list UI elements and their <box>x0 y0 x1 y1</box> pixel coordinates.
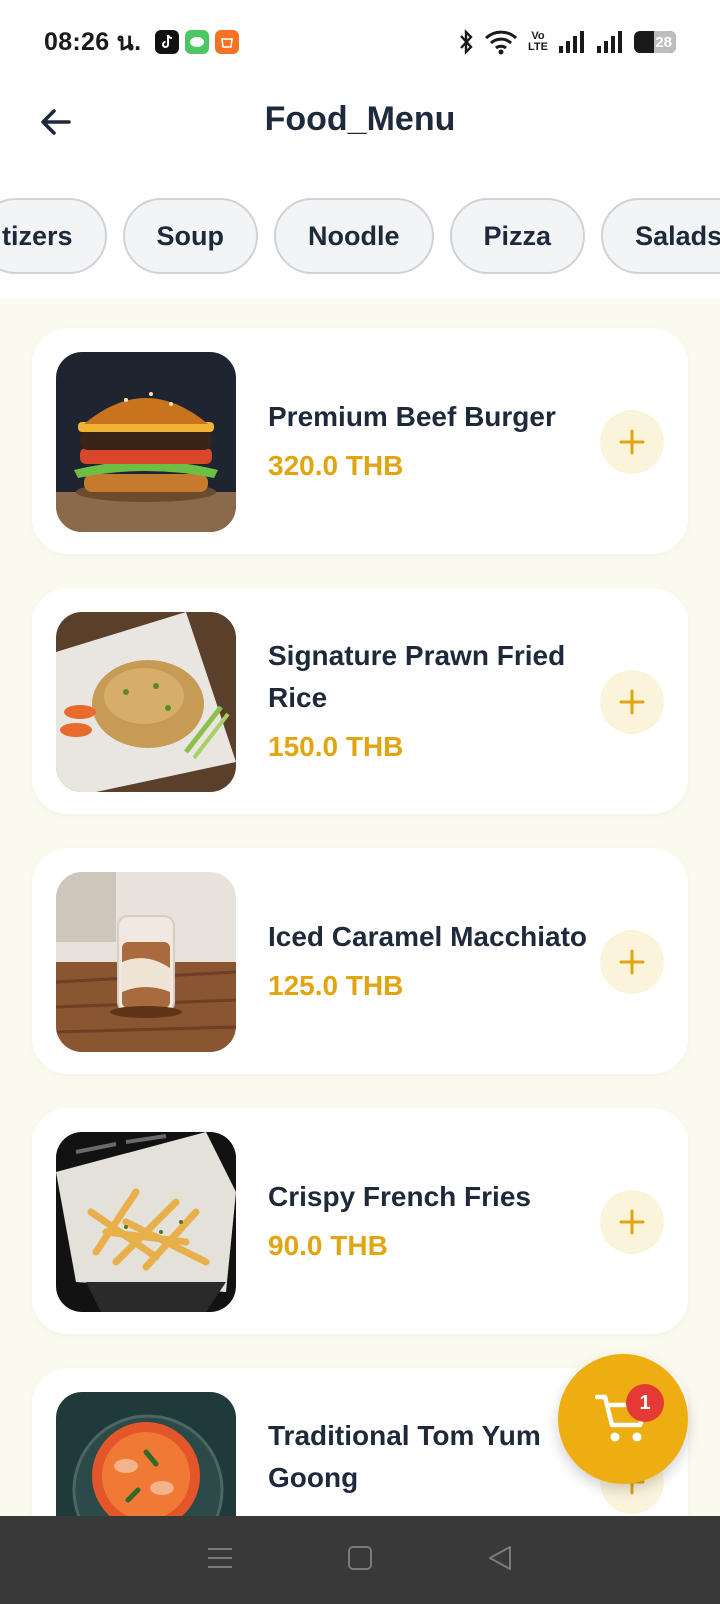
menu-card-info: Traditional Tom Yum Goong 250.0 THB <box>268 1368 588 1516</box>
burger-image <box>56 352 236 532</box>
category-chip-pizza[interactable]: Pizza <box>449 198 586 274</box>
category-chip-soup[interactable]: Soup <box>122 198 259 274</box>
battery-level: 28 <box>655 33 672 51</box>
menu-card[interactable]: Crispy French Fries 90.0 THB <box>32 1108 688 1334</box>
menu-lines-icon <box>208 1547 233 1568</box>
menu-item-name: Crispy French Fries <box>268 1181 531 1212</box>
menu-card-info: Crispy French Fries 90.0 THB <box>268 1108 588 1334</box>
plus-icon <box>619 689 645 715</box>
volte-indicator: Vo LTE <box>528 31 548 53</box>
status-app-icons <box>155 30 240 54</box>
add-to-cart-button[interactable] <box>600 410 664 474</box>
category-chip-noodle[interactable]: Noodle <box>274 198 434 274</box>
french-fries-image <box>56 1132 236 1312</box>
tom-yum-image <box>56 1392 236 1516</box>
bluetooth-icon <box>460 29 473 55</box>
page-title: Food_Menu <box>264 100 456 138</box>
plus-icon <box>619 1209 645 1235</box>
menu-card[interactable]: Signature Prawn Fried Rice 150.0 THB <box>32 588 688 814</box>
battery-icon: 28 <box>634 31 676 53</box>
status-bar: 08:26 น. Vo LTE 28 <box>0 0 720 84</box>
menu-item-price: 90.0 THB <box>268 1230 388 1261</box>
category-chip-track: tizers Soup Noodle Pizza Salads <box>0 198 720 274</box>
menu-item-price: 250.0 THB <box>268 1507 588 1516</box>
wifi-icon <box>485 30 518 55</box>
signal-icon <box>559 31 584 53</box>
recent-apps-button[interactable] <box>206 1545 234 1576</box>
volte-bottom-label: LTE <box>528 41 548 53</box>
category-chip-salads[interactable]: Salads <box>601 198 720 274</box>
add-to-cart-button[interactable] <box>600 930 664 994</box>
menu-item-name: Traditional Tom Yum Goong <box>268 1420 541 1493</box>
menu-card[interactable]: Premium Beef Burger 320.0 THB <box>32 328 688 554</box>
category-chip-row[interactable]: tizers Soup Noodle Pizza Salads <box>0 198 720 278</box>
menu-item-name: Iced Caramel Macchiato <box>268 921 588 952</box>
signal-icon-2 <box>597 31 622 53</box>
menu-list[interactable]: Premium Beef Burger 320.0 THB Signature … <box>0 298 720 1516</box>
cart-count-badge: 1 <box>626 1384 664 1422</box>
menu-card-info: Signature Prawn Fried Rice 150.0 THB <box>268 588 588 814</box>
fried-rice-image <box>56 612 236 792</box>
iced-coffee-image <box>56 872 236 1052</box>
plus-icon <box>619 429 645 455</box>
menu-card-info: Iced Caramel Macchiato 125.0 THB <box>268 848 588 1074</box>
system-navigation-bar <box>0 1516 720 1604</box>
menu-item-price: 320.0 THB <box>268 450 404 481</box>
app-header: Food_Menu <box>0 84 720 184</box>
shopping-app-icon <box>215 30 240 54</box>
add-to-cart-button[interactable] <box>600 1190 664 1254</box>
triangle-back-icon <box>488 1545 511 1570</box>
system-back-button[interactable] <box>486 1544 514 1577</box>
tiktok-icon <box>155 30 180 54</box>
menu-card-info: Premium Beef Burger 320.0 THB <box>268 328 588 554</box>
menu-item-price: 125.0 THB <box>268 970 404 1001</box>
status-time: 08:26 น. <box>44 28 142 56</box>
home-button[interactable] <box>347 1545 373 1576</box>
category-chip-appetizers[interactable]: tizers <box>0 198 107 274</box>
menu-card[interactable]: Iced Caramel Macchiato 125.0 THB <box>32 848 688 1074</box>
status-indicators: Vo LTE 28 <box>458 29 676 55</box>
square-home-icon <box>347 1545 372 1570</box>
line-app-icon <box>185 30 210 54</box>
cart-fab-button[interactable]: 1 <box>558 1354 688 1484</box>
add-to-cart-button[interactable] <box>600 670 664 734</box>
menu-item-price: 150.0 THB <box>268 731 404 762</box>
menu-item-name: Signature Prawn Fried Rice <box>268 640 566 713</box>
menu-item-name: Premium Beef Burger <box>268 401 556 432</box>
plus-icon <box>619 949 645 975</box>
